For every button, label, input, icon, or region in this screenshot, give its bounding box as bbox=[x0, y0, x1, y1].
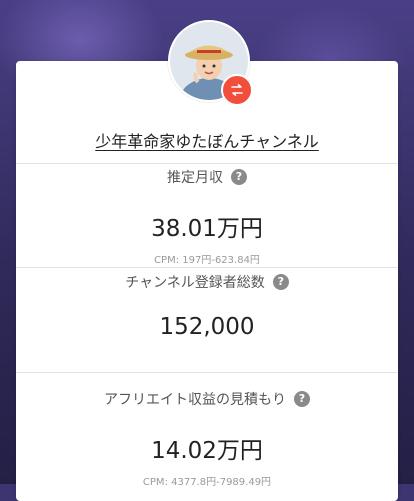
subscribers-label-row: チャンネル登録者総数 ? bbox=[16, 272, 398, 292]
divider bbox=[16, 372, 398, 373]
help-icon[interactable]: ? bbox=[231, 169, 247, 185]
affiliate-section: アフリエイト収益の見積もり ? 14.02万円 CPM: 4377.8円-798… bbox=[16, 389, 398, 488]
switch-icon[interactable] bbox=[221, 74, 253, 106]
monthly-income-label: 推定月収 bbox=[167, 170, 223, 186]
subscribers-label: チャンネル登録者総数 bbox=[125, 275, 265, 291]
avatar-container bbox=[168, 20, 253, 106]
subscribers-value: 152,000 bbox=[159, 314, 255, 340]
monthly-income-section: 推定月収 ? 38.01万円 CPM: 197円-623.84円 bbox=[16, 167, 398, 266]
divider bbox=[16, 267, 398, 268]
help-icon[interactable]: ? bbox=[294, 391, 310, 407]
monthly-income-cpm: CPM: 197円-623.84円 bbox=[154, 255, 260, 266]
monthly-income-value: 38.01万円 bbox=[151, 216, 263, 242]
help-icon[interactable]: ? bbox=[272, 274, 289, 290]
affiliate-label-row: アフリエイト収益の見積もり ? bbox=[16, 389, 398, 409]
channel-name-link[interactable]: 少年革命家ゆたぼんチャンネル bbox=[16, 128, 398, 152]
affiliate-cpm: CPM: 4377.8円-7989.49円 bbox=[142, 477, 272, 488]
affiliate-label: アフリエイト収益の見積もり bbox=[104, 392, 286, 408]
subscribers-section: チャンネル登録者総数 ? 152,000 bbox=[16, 272, 398, 340]
affiliate-value: 14.02万円 bbox=[151, 438, 263, 464]
monthly-income-label-row: 推定月収 ? bbox=[16, 167, 398, 187]
divider bbox=[16, 163, 398, 164]
